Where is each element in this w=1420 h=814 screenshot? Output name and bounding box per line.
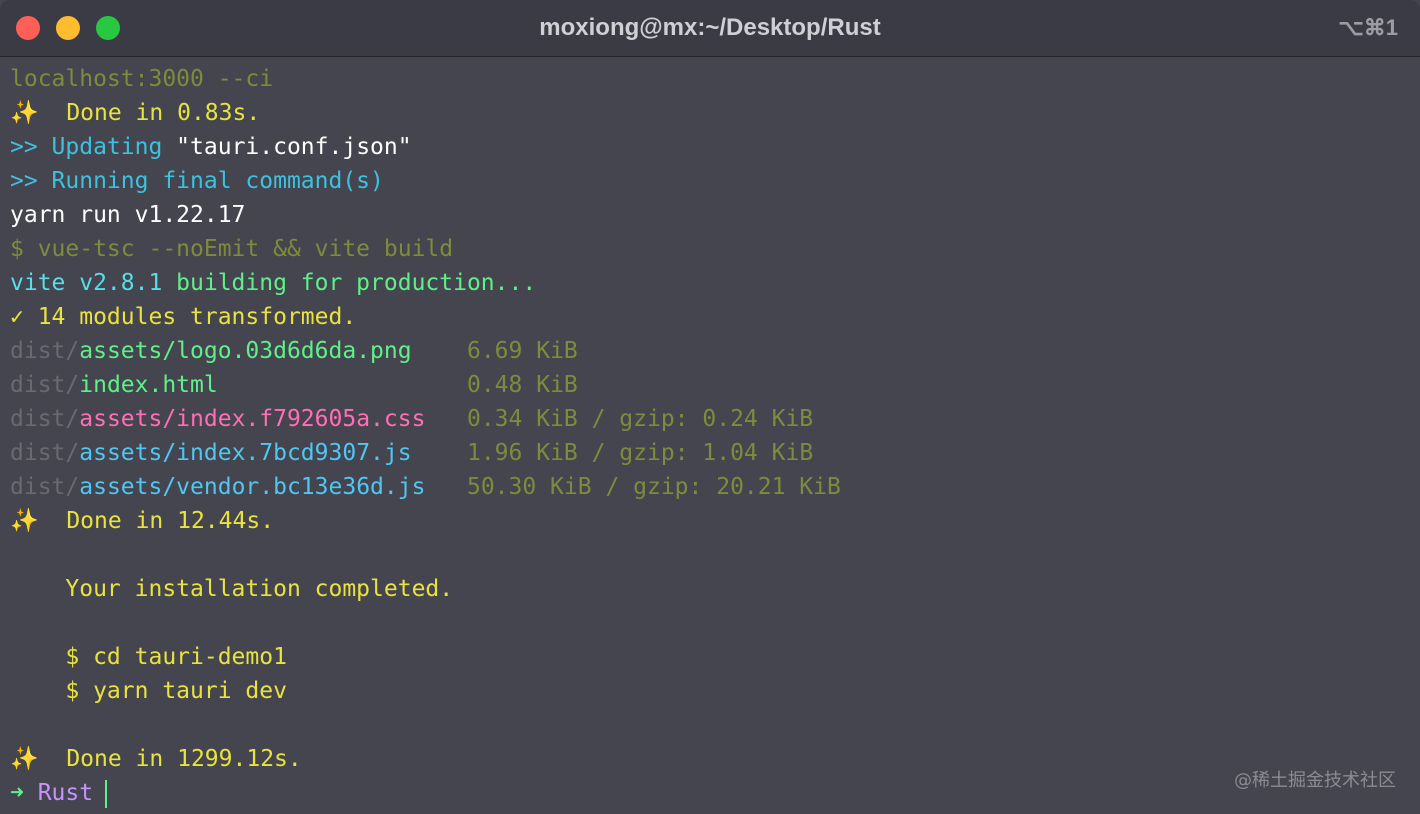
- output-text: $ vue-tsc --noEmit && vite build: [10, 236, 454, 262]
- output-text: localhost:3000 --ci: [10, 66, 274, 92]
- output-line: $ cd tauri-demo1: [10, 640, 1410, 674]
- output-line: dist/assets/index.f792605a.css 0.34 KiB …: [10, 402, 1410, 436]
- prompt-arrow-icon: ➜: [10, 780, 38, 806]
- tab-shortcut-label: ⌥⌘1: [1338, 15, 1398, 40]
- output-line: localhost:3000 --ci: [10, 62, 1410, 96]
- output-text: ✨ Done in 0.83s.: [10, 100, 261, 126]
- output-text: "tauri.conf.json": [162, 134, 412, 160]
- window-title: moxiong@mx:~/Desktop/Rust: [539, 14, 881, 41]
- output-line: dist/assets/vendor.bc13e36d.js 50.30 KiB…: [10, 470, 1410, 504]
- output-text: $ cd tauri-demo1: [10, 644, 287, 670]
- output-text: Updating: [51, 134, 163, 160]
- output-text: yarn run v1.22.17: [10, 202, 246, 228]
- prompt-directory: Rust: [37, 780, 94, 806]
- output-line: ✨ Done in 0.83s.: [10, 96, 1410, 130]
- output-line: dist/assets/logo.03d6d6da.png 6.69 KiB: [10, 334, 1410, 368]
- output-line: ✓ 14 modules transformed.: [10, 300, 1410, 334]
- output-line: $ vue-tsc --noEmit && vite build: [10, 232, 1410, 266]
- output-prefix: >>: [10, 168, 52, 194]
- output-text: ✨ Done in 12.44s.: [10, 508, 275, 534]
- output-line: vite v2.8.1 building for production...: [10, 266, 1410, 300]
- output-file: assets/index.f792605a.css: [79, 406, 426, 432]
- output-line: ✨ Done in 1299.12s.: [10, 742, 1410, 776]
- output-dir: dist/: [10, 474, 80, 500]
- output-size: 0.34 KiB / gzip: 0.24 KiB: [425, 406, 814, 432]
- output-line: Your installation completed.: [10, 572, 1410, 606]
- shell-prompt[interactable]: ➜ Rust: [10, 776, 1410, 810]
- output-dir: dist/: [10, 406, 80, 432]
- output-line: ✨ Done in 12.44s.: [10, 504, 1410, 538]
- output-size: 0.48 KiB: [217, 372, 578, 398]
- terminal-window: moxiong@mx:~/Desktop/Rust ⌥⌘1 localhost:…: [0, 0, 1420, 814]
- output-text: ✓ 14 modules transformed.: [10, 304, 357, 330]
- output-file: index.html: [79, 372, 218, 398]
- output-dir: dist/: [10, 372, 80, 398]
- output-line: >> Running final command(s): [10, 164, 1410, 198]
- output-text: $ yarn tauri dev: [10, 678, 287, 704]
- output-text: Your installation completed.: [10, 576, 454, 602]
- output-prefix: >>: [10, 134, 52, 160]
- watermark: @稀土掘金技术社区: [1234, 770, 1396, 791]
- text-cursor: [105, 779, 108, 808]
- title-bar[interactable]: moxiong@mx:~/Desktop/Rust ⌥⌘1: [0, 0, 1420, 57]
- output-file: assets/index.7bcd9307.js: [79, 440, 412, 466]
- terminal-output[interactable]: localhost:3000 --ci ✨ Done in 0.83s. >> …: [10, 62, 1410, 810]
- output-line: $ yarn tauri dev: [10, 674, 1410, 708]
- output-file: assets/logo.03d6d6da.png: [79, 338, 412, 364]
- output-line: dist/assets/index.7bcd9307.js 1.96 KiB /…: [10, 436, 1410, 470]
- output-line: yarn run v1.22.17: [10, 198, 1410, 232]
- output-line: dist/index.html 0.48 KiB: [10, 368, 1410, 402]
- output-size: 6.69 KiB: [411, 338, 578, 364]
- output-text: building for production...: [176, 270, 537, 296]
- output-dir: dist/: [10, 440, 80, 466]
- output-line: >> Updating "tauri.conf.json": [10, 130, 1410, 164]
- output-file: assets/vendor.bc13e36d.js: [79, 474, 426, 500]
- output-text: ✨ Done in 1299.12s.: [10, 746, 302, 772]
- output-size: 1.96 KiB / gzip: 1.04 KiB: [411, 440, 814, 466]
- output-size: 50.30 KiB / gzip: 20.21 KiB: [425, 474, 841, 500]
- output-text: vite v2.8.1: [10, 270, 177, 296]
- output-dir: dist/: [10, 338, 80, 364]
- output-text: Running final command(s): [51, 168, 384, 194]
